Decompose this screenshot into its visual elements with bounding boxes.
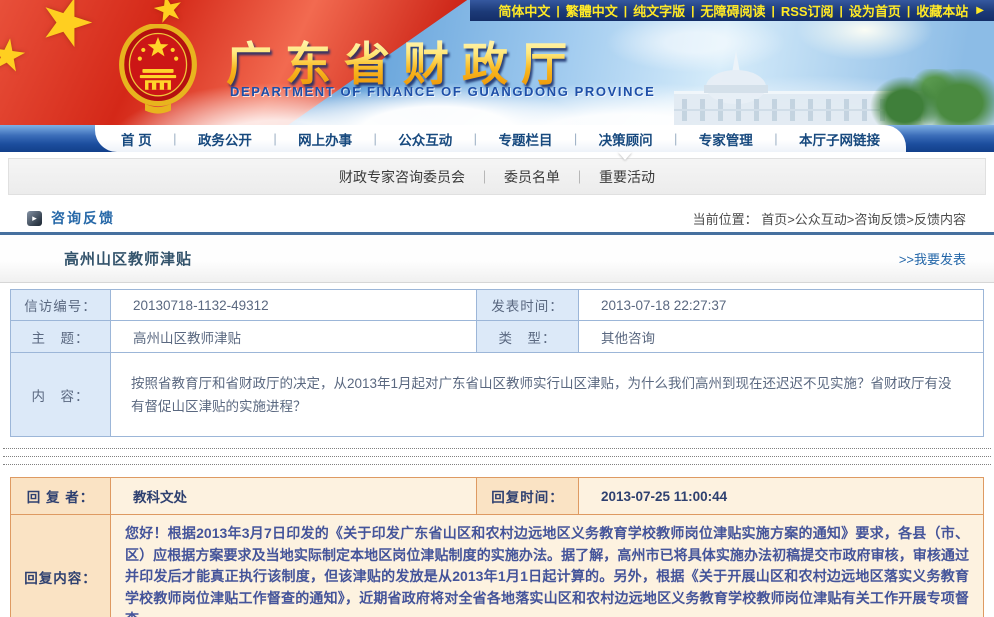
separator: | (374, 131, 377, 146)
field-label-subject: 主 题： (11, 321, 111, 353)
field-label-reply-content: 回复内容： (11, 515, 111, 617)
expand-arrow-icon[interactable]: ▶ (976, 5, 984, 16)
separator: | (273, 131, 276, 146)
subnav-item-member-list[interactable]: 委员名单 (504, 167, 560, 187)
table-row: 回复内容： 您好！根据2013年3月7日印发的《关于印发广东省山区和农村边远地区… (11, 515, 984, 617)
active-tab-notch (618, 152, 632, 167)
feedback-info-table: 信访编号： 20130718-1132-49312 发表时间： 2013-07-… (10, 289, 984, 437)
nav-item-home[interactable]: 首 页 (121, 129, 152, 149)
breadcrumb-label: 当前位置： (693, 212, 758, 227)
dotted-separator (3, 448, 991, 472)
sub-nav: 财政专家咨询委员会 ｜ 委员名单 ｜ 重要活动 (8, 158, 986, 195)
field-label-type: 类 型： (477, 321, 579, 353)
link-rss[interactable]: RSS订阅 (781, 1, 834, 20)
post-message-link[interactable]: >>我要发表 (899, 249, 966, 268)
separator: | (771, 4, 774, 18)
nav-item-subsites[interactable]: 本厅子网链接 (799, 129, 880, 149)
site-banner: ★ ★ ★ (0, 0, 994, 125)
subnav-item-important-activities[interactable]: 重要活动 (599, 167, 655, 187)
reply-table: 回 复 者： 教科文处 回复时间： 2013-07-25 11:00:44 回复… (10, 477, 984, 617)
main-nav-items: 首 页 | 政务公开 | 网上办事 | 公众互动 | 专题栏目 | 决策顾问 | 专家管理 |… (95, 125, 906, 152)
field-label-number: 信访编号： (11, 290, 111, 321)
field-value-content: 按照省教育厅和省财政厅的决定，从2013年1月起对广东省山区教师实行山区津贴，为… (111, 353, 984, 437)
table-row: 内 容： 按照省教育厅和省财政厅的决定，从2013年1月起对广东省山区教师实行山… (11, 353, 984, 437)
field-value-number: 20130718-1132-49312 (111, 290, 477, 321)
field-label-replier: 回 复 者： (11, 478, 111, 515)
separator: | (774, 131, 777, 146)
separator: ｜ (478, 167, 491, 186)
separator: | (474, 131, 477, 146)
field-value-reply-time: 2013-07-25 11:00:44 (579, 478, 984, 515)
breadcrumb-trail[interactable]: 首页>公众互动>咨询反馈>反馈内容 (761, 212, 966, 227)
separator: | (624, 4, 627, 18)
table-row: 主 题： 高州山区教师津贴 类 型： 其他咨询 (11, 321, 984, 353)
main-nav: 首 页 | 政务公开 | 网上办事 | 公众互动 | 专题栏目 | 决策顾问 | 专家管理 |… (0, 125, 994, 152)
link-bookmark[interactable]: 收藏本站 (916, 1, 968, 20)
field-label-post-time: 发表时间： (477, 290, 579, 321)
nav-item-expert-management[interactable]: 专家管理 (699, 129, 753, 149)
link-set-homepage[interactable]: 设为首页 (849, 1, 901, 20)
table-row: 信访编号： 20130718-1132-49312 发表时间： 2013-07-… (11, 290, 984, 321)
utility-bar: 简体中文 | 繁體中文 | 纯文字版 | 无障碍阅读 | RSS订阅 | 设为首页 | 收藏… (470, 0, 994, 21)
breadcrumb: 当前位置： 首页>公众互动>咨询反馈>反馈内容 (693, 209, 966, 228)
separator: | (907, 4, 910, 18)
separator: | (674, 131, 677, 146)
tree-graphic (852, 69, 994, 125)
star-icon: ★ (0, 28, 31, 84)
field-label-content: 内 容： (11, 353, 111, 437)
arrow-bullet-icon: ▸ (27, 211, 42, 226)
page: ★ ★ ★ (0, 0, 994, 617)
nav-item-online-services[interactable]: 网上办事 (298, 129, 352, 149)
field-value-post-time: 2013-07-18 22:27:37 (579, 290, 984, 321)
link-simplified-chinese[interactable]: 简体中文 (498, 1, 550, 20)
separator: | (691, 4, 694, 18)
nav-item-policy-advisors[interactable]: 决策顾问 (599, 129, 653, 149)
field-value-reply-content: 您好！根据2013年3月7日印发的《关于印发广东省山区和农村边远地区义务教育学校… (111, 515, 984, 617)
section-header: ▸ 咨询反馈 当前位置： 首页>公众互动>咨询反馈>反馈内容 (0, 204, 994, 235)
field-value-subject: 高州山区教师津贴 (111, 321, 477, 353)
separator: | (840, 4, 843, 18)
feedback-title-bar: 高州山区教师津贴 >>我要发表 (0, 235, 994, 283)
field-value-type: 其他咨询 (579, 321, 984, 353)
section-title: 咨询反馈 (51, 208, 115, 228)
separator: | (556, 4, 559, 18)
feedback-title: 高州山区教师津贴 (64, 248, 192, 269)
nav-item-gov-info[interactable]: 政务公开 (198, 129, 252, 149)
link-accessible-reading[interactable]: 无障碍阅读 (700, 1, 765, 20)
nav-item-special-topics[interactable]: 专题栏目 (498, 129, 552, 149)
field-label-reply-time: 回复时间： (477, 478, 579, 515)
nav-item-public-interaction[interactable]: 公众互动 (398, 129, 452, 149)
star-icon: ★ (28, 0, 106, 66)
separator: | (173, 131, 176, 146)
field-value-replier: 教科文处 (111, 478, 477, 515)
subnav-item-advisory-committee[interactable]: 财政专家咨询委员会 (339, 167, 465, 187)
separator: ｜ (573, 167, 586, 186)
separator: | (574, 131, 577, 146)
link-traditional-chinese[interactable]: 繁體中文 (566, 1, 618, 20)
table-row: 回 复 者： 教科文处 回复时间： 2013-07-25 11:00:44 (11, 478, 984, 515)
site-subtitle: DEPARTMENT OF FINANCE OF GUANGDONG PROVI… (230, 84, 655, 99)
national-emblem-logo (119, 24, 197, 114)
link-text-version[interactable]: 纯文字版 (633, 1, 685, 20)
